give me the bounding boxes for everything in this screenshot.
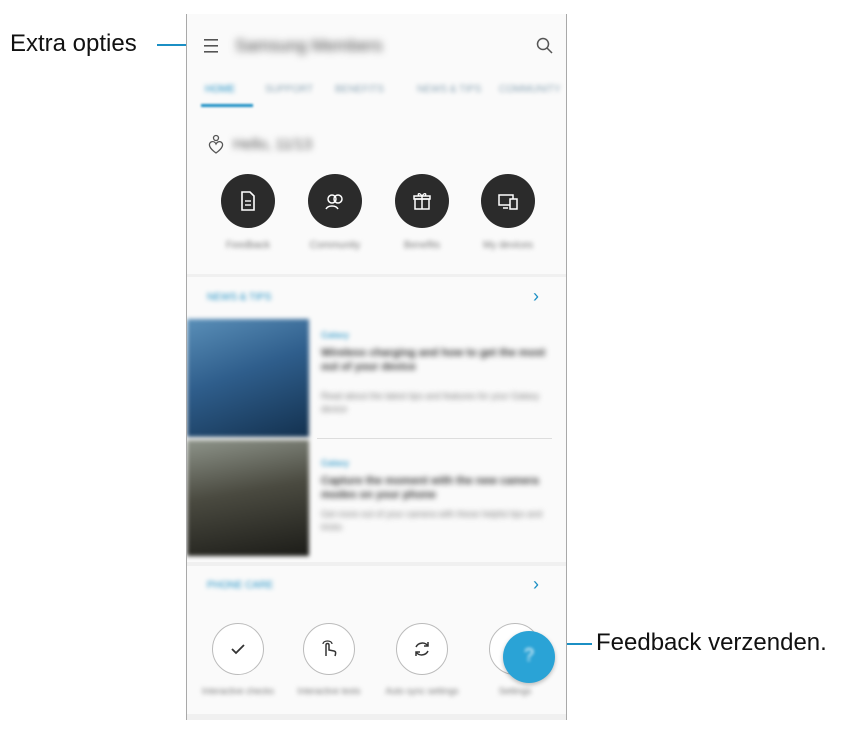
tab-support[interactable]: SUPPORT xyxy=(265,84,313,95)
interactive-checks-button[interactable] xyxy=(212,623,264,675)
article-title[interactable]: Capture the moment with the new camera m… xyxy=(321,474,551,503)
article-thumbnail[interactable] xyxy=(187,319,309,437)
gift-icon xyxy=(413,193,431,210)
hello-heart-icon xyxy=(208,134,224,154)
article-description: Read about the latest tips and features … xyxy=(321,391,540,414)
settings-label: Settings xyxy=(498,686,532,696)
devices-icon xyxy=(498,194,518,210)
sync-icon xyxy=(415,642,429,656)
greeting-text: Hello, 11/13 xyxy=(233,136,312,153)
interactive-tests-button[interactable] xyxy=(303,623,355,675)
article-description: Get more out of your camera with these h… xyxy=(321,509,543,532)
article-thumbnail[interactable] xyxy=(187,440,309,556)
benefits-label: Benefits xyxy=(403,240,441,251)
news-section-title[interactable]: NEWS & TIPS xyxy=(207,292,271,303)
my-devices-label: My devices xyxy=(482,240,534,251)
touch-icon xyxy=(322,640,337,657)
article-category: Galaxy xyxy=(321,458,350,468)
feedback-label: Feedback xyxy=(226,240,270,251)
search-icon[interactable] xyxy=(535,36,555,56)
tab-bar: HOME SUPPORT BENEFITS NEWS & TIPS COMMUN… xyxy=(187,76,566,108)
active-tab-indicator xyxy=(201,104,253,107)
interactive-tests-label: Interactive tests xyxy=(297,686,361,696)
article-divider xyxy=(317,438,552,439)
send-feedback-fab[interactable]: ? xyxy=(503,631,555,683)
chevron-right-icon[interactable]: › xyxy=(533,286,539,307)
callout-send-feedback: Feedback verzenden. xyxy=(596,629,827,656)
callout-more-options: Extra opties xyxy=(10,30,137,57)
tab-home[interactable]: HOME xyxy=(205,84,235,95)
sync-label: Auto sync settings xyxy=(385,686,459,696)
feedback-button[interactable] xyxy=(221,174,275,228)
chevron-right-icon[interactable]: › xyxy=(533,574,539,595)
tab-news-tips[interactable]: NEWS & TIPS xyxy=(417,84,481,95)
feedback-fab-icon: ? xyxy=(523,645,534,665)
interactive-checks-label: Interactive checks xyxy=(201,686,275,696)
tab-community[interactable]: COMMUNITY xyxy=(499,84,561,95)
article-category: Galaxy xyxy=(321,330,350,340)
people-icon xyxy=(325,194,343,210)
article-title[interactable]: Wireless charging and how to get the mos… xyxy=(321,346,551,375)
menu-icon[interactable] xyxy=(203,38,221,54)
app-title: Samsung Members xyxy=(235,36,383,55)
sync-button[interactable] xyxy=(396,623,448,675)
document-icon xyxy=(241,191,255,211)
phone-screen: Samsung Members HOME SUPPORT BENEFITS NE… xyxy=(186,14,567,720)
phone-care-section-title[interactable]: PHONE CARE xyxy=(207,580,273,591)
my-devices-button[interactable] xyxy=(481,174,535,228)
app-bar: Samsung Members HOME SUPPORT BENEFITS NE… xyxy=(187,14,566,124)
check-icon xyxy=(231,644,245,655)
benefits-button[interactable] xyxy=(395,174,449,228)
tab-benefits[interactable]: BENEFITS xyxy=(335,84,384,95)
community-button[interactable] xyxy=(308,174,362,228)
community-label: Community xyxy=(309,240,361,251)
